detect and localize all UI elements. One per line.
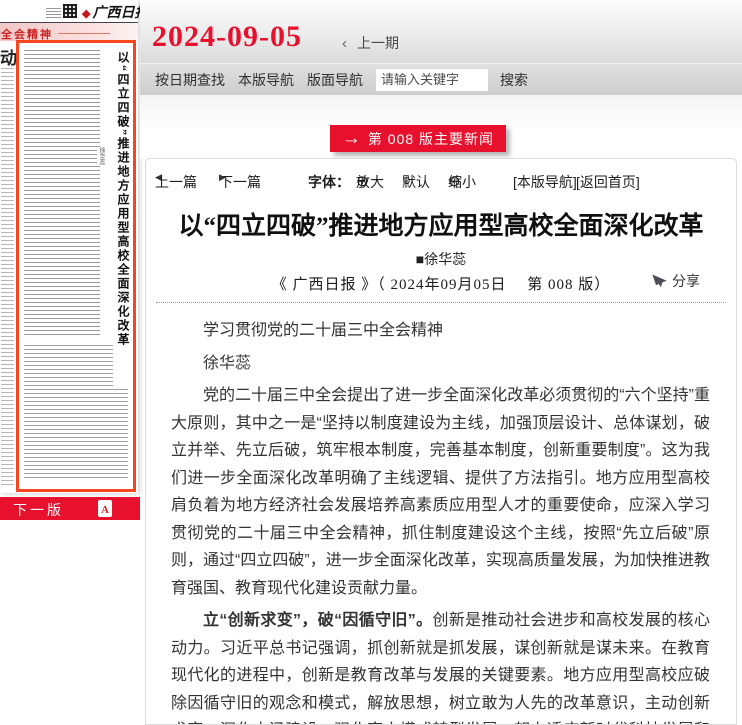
article-author: ■徐华蕊: [146, 249, 736, 269]
pdf-icon[interactable]: A: [98, 500, 112, 517]
qr-caption-text: [46, 8, 61, 18]
masthead-diamond-icon: ◆: [82, 8, 90, 20]
issue-date: 2024-09-05: [152, 20, 302, 54]
search-bar: 按日期查找 本版导航 版面导航 搜索: [140, 63, 742, 95]
circle-plus-icon: ⊕: [356, 172, 369, 190]
layout-navigation-link[interactable]: 版面导航: [307, 70, 363, 90]
article-body: 学习贯彻党的二十届三中全会精神 徐华蕊 党的二十届三中全会提出了进一步全面深化改…: [171, 317, 710, 724]
section-banner[interactable]: → 第 008 版主要新闻: [330, 125, 506, 152]
thumbnail-article-title-vertical: 以“四立四破”推进地方应用型高校全面深化改革: [113, 51, 129, 387]
next-page-label[interactable]: 下一版: [13, 500, 64, 520]
article-panel: ◀上一篇 下一篇▶ 字体： 放大⊕ 默认○ 缩小⊖ [本版导航] [返回首页] …: [145, 158, 737, 725]
article-paragraph: 立“创新求变”，破“因循守旧”。创新是推动社会进步和高校发展的核心动力。习近平总…: [171, 607, 710, 724]
article-paragraph: 学习贯彻党的二十届三中全会精神: [171, 317, 710, 345]
qr-code-icon: [63, 4, 77, 18]
adjacent-headline-fragment: 动: [0, 44, 17, 69]
circle-minus-icon: ⊖: [448, 172, 461, 190]
board-navigation-bracket-link[interactable]: [本版导航]: [513, 172, 577, 192]
previous-issue-label: 上一期: [357, 35, 399, 51]
share-label: 分享: [672, 271, 700, 291]
return-home-link[interactable]: [返回首页]: [576, 172, 640, 192]
keyword-search-input[interactable]: [376, 69, 488, 91]
newspaper-page-thumbnail[interactable]: ◆广西日报 全会精神 动 徐华蕊 以“四立四破”推进地方应用型高校全面深化改革: [0, 0, 138, 493]
masthead-title: ◆广西日报: [82, 2, 148, 22]
search-by-date-link[interactable]: 按日期查找: [155, 70, 225, 90]
board-navigation-link[interactable]: 本版导航: [238, 70, 294, 90]
paragraph-lead: 立“创新求变”，破“因循守旧”。: [203, 612, 433, 629]
chevron-left-icon: ‹: [342, 35, 347, 52]
section-banner-label: 第 008 版主要新闻: [368, 129, 494, 149]
paragraph-text: 学习贯彻党的二十届三中全会精神: [203, 322, 443, 339]
thumbnail-article-text: [24, 50, 100, 338]
next-page-button[interactable]: 下一版 A: [0, 497, 140, 520]
article-toolbar: ◀上一篇 下一篇▶ 字体： 放大⊕ 默认○ 缩小⊖ [本版导航] [返回首页]: [146, 172, 736, 190]
paragraph-text: 党的二十届三中全会提出了进一步全面深化改革必须贯彻的“六个坚持”重大原则，其中之…: [171, 387, 710, 597]
article-title: 以“四立四破”推进地方应用型高校全面深化改革: [146, 206, 736, 242]
pdf-glyph: A: [101, 504, 109, 516]
triangle-right-icon: ▶: [219, 172, 226, 183]
font-size-label: 字体：: [308, 172, 350, 192]
highlighted-article-box[interactable]: 徐华蕊 以“四立四破”推进地方应用型高校全面深化改革: [16, 40, 136, 492]
search-button[interactable]: 搜索: [500, 70, 528, 90]
page-thumbnail-sidebar: ◆广西日报 全会精神 动 徐华蕊 以“四立四破”推进地方应用型高校全面深化改革 …: [0, 0, 140, 725]
previous-issue-link[interactable]: ‹ 上一期: [342, 33, 399, 53]
thumbnail-text-column: [1, 68, 14, 486]
thumbnail-article-author: 徐华蕊: [97, 147, 106, 165]
previous-article-label: 上一篇: [155, 172, 197, 192]
article-paragraph: 党的二十届三中全会提出了进一步全面深化改革必须贯彻的“六个坚持”重大原则，其中之…: [171, 382, 710, 602]
section-band-dash: [58, 33, 110, 34]
paper-plane-icon: [652, 274, 667, 288]
share-button[interactable]: 分享: [646, 271, 700, 291]
paragraph-text: 徐华蕊: [203, 355, 251, 372]
article-paragraph: 徐华蕊: [171, 350, 710, 378]
arrow-right-icon: →: [342, 129, 361, 148]
circle-icon: ○: [402, 172, 411, 189]
dotted-divider: [156, 302, 726, 303]
